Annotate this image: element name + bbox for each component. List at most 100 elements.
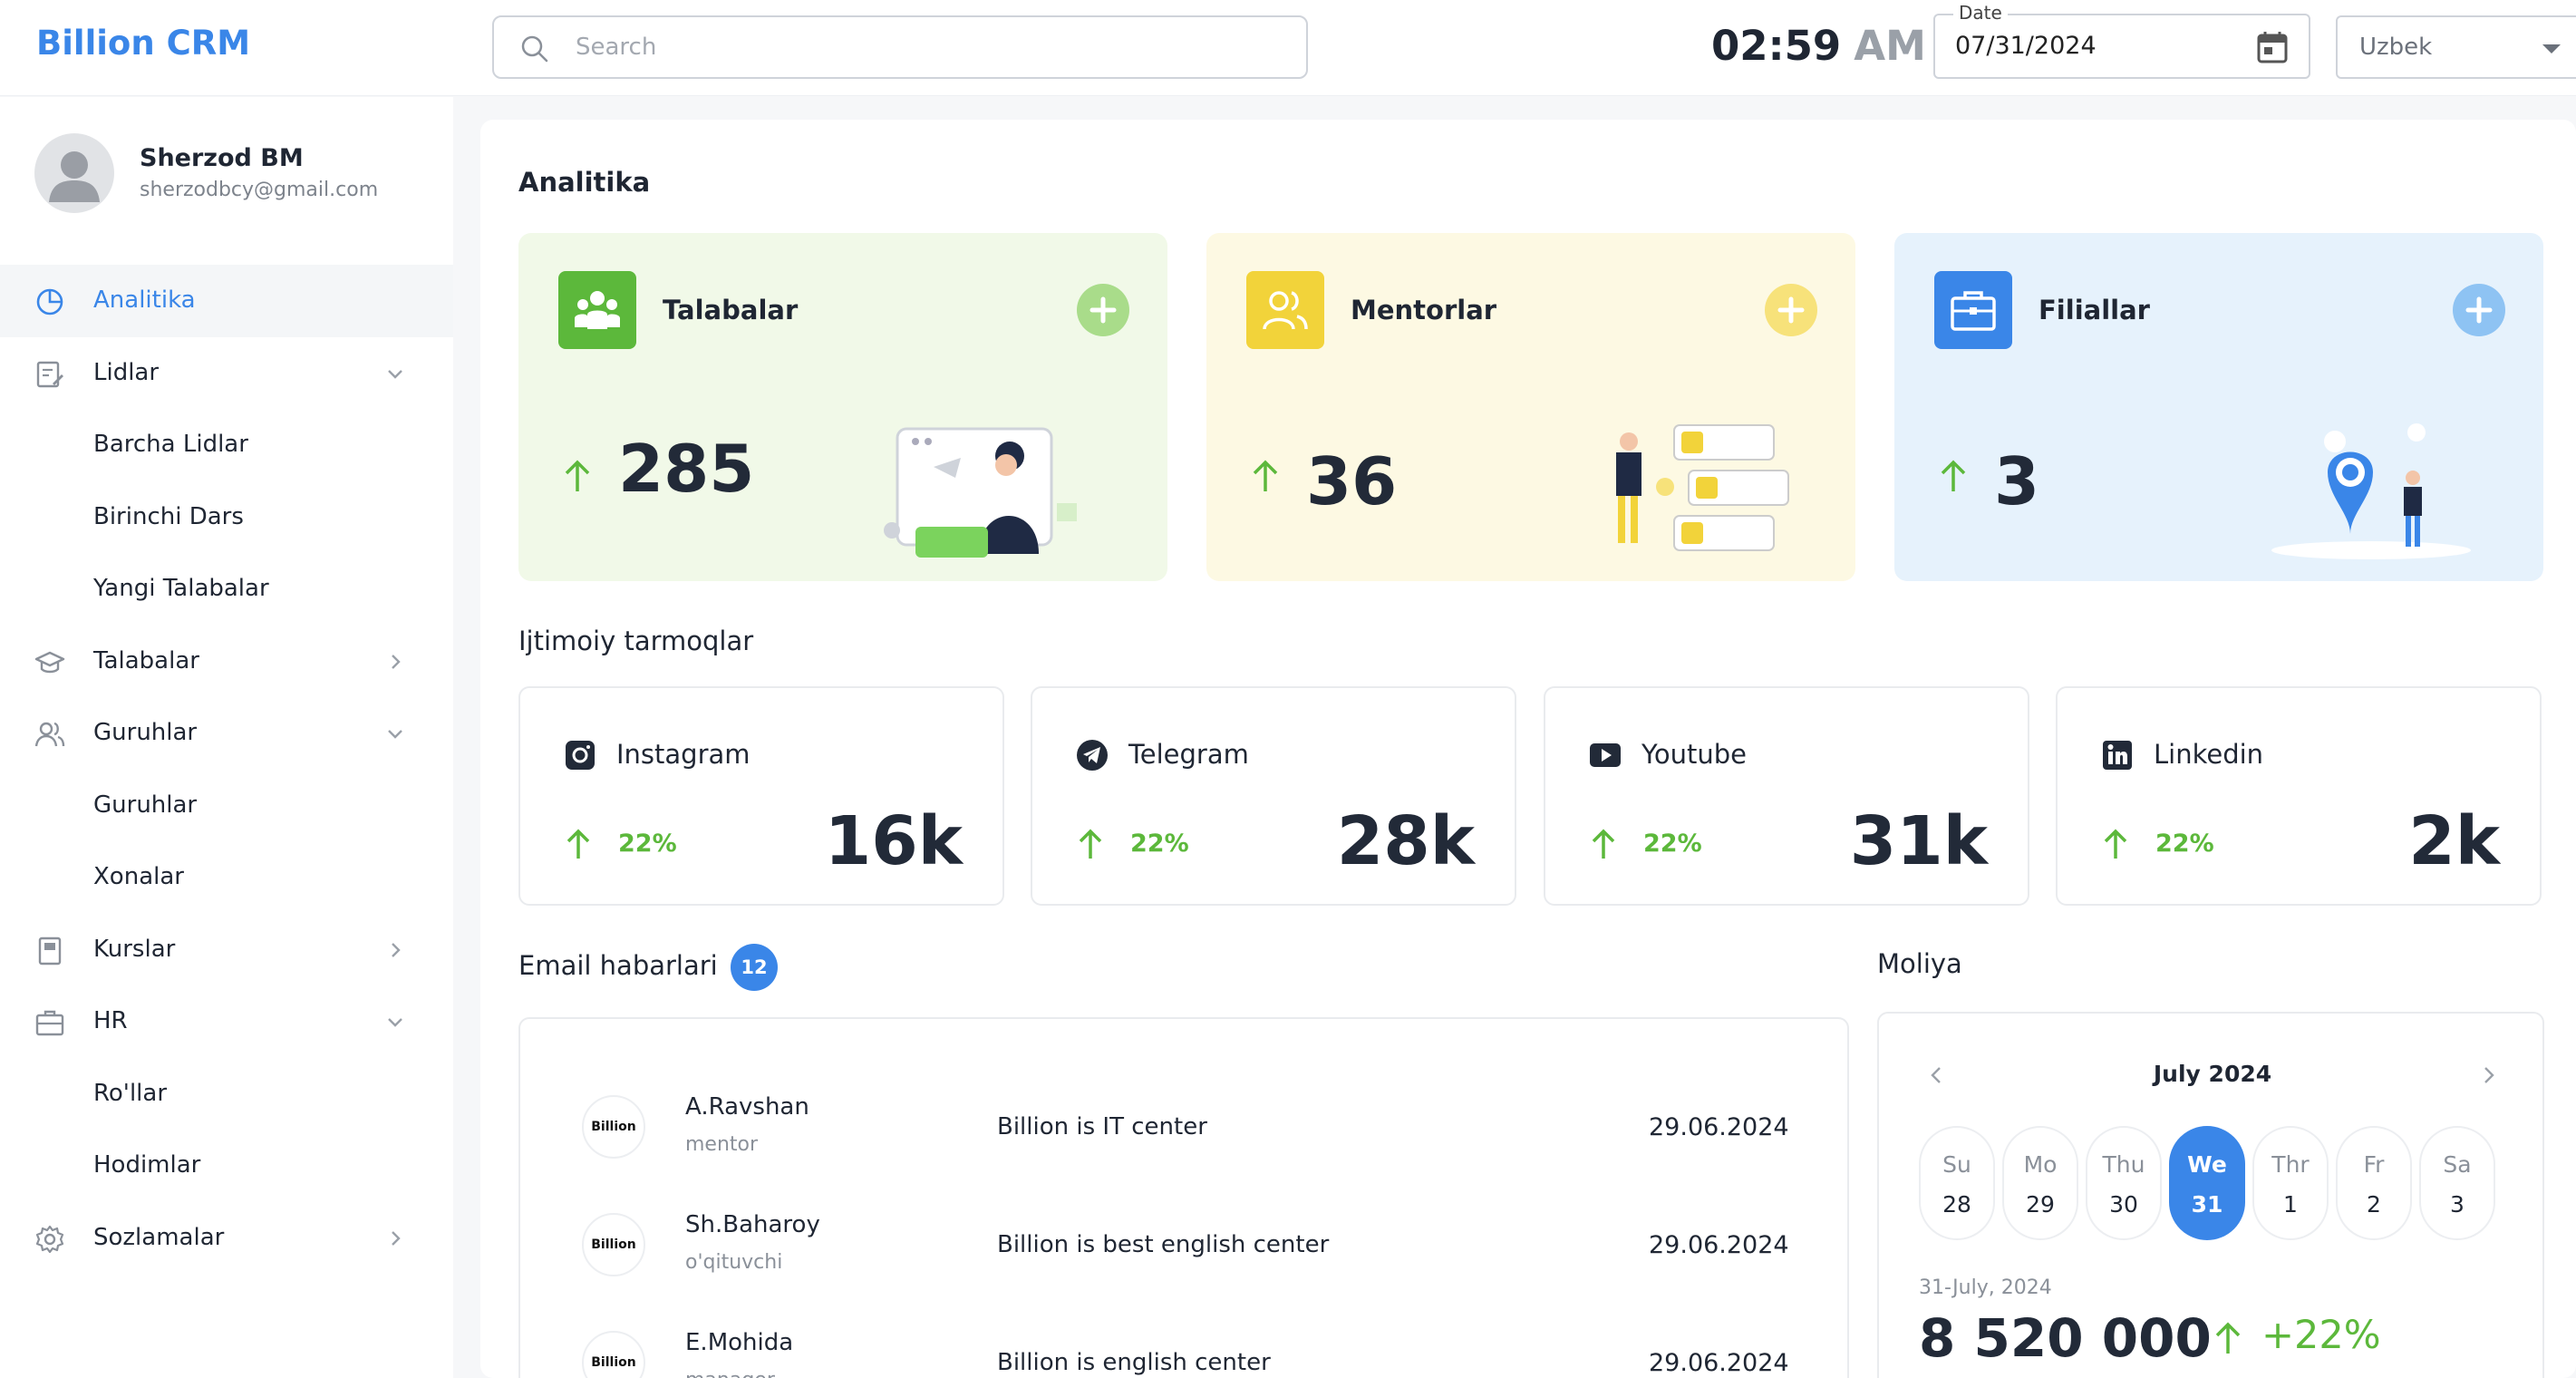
sidebar-item-label: Birinchi Dars <box>93 502 244 530</box>
social-growth: 22% <box>1130 830 1189 858</box>
student-laptop-illustration <box>879 422 1097 567</box>
day-number: 3 <box>2450 1191 2465 1218</box>
sidebar-nav: Analitika Lidlar Barcha Lidlar Birinchi … <box>0 265 453 1274</box>
sender-logo: Billion <box>582 1331 645 1378</box>
section-title-analitika: Analitika <box>518 167 651 198</box>
chevron-right-icon[interactable] <box>384 651 406 673</box>
sidebar-item-barcha-lidlar[interactable]: Barcha Lidlar <box>0 409 453 481</box>
email-subject: Billion is best english center <box>997 1231 1330 1258</box>
sender-role: mentor <box>685 1133 759 1156</box>
sidebar-item-hr[interactable]: HR <box>0 985 453 1058</box>
email-list: Billion A.Ravshan mentor Billion is IT c… <box>518 1017 1849 1378</box>
user-profile[interactable]: Sherzod BM sherzodbcy@gmail.com <box>34 133 433 215</box>
chevron-right-icon[interactable] <box>384 939 406 961</box>
email-row[interactable]: Billion E.Mohida manager Billion is engl… <box>520 1311 1851 1378</box>
search-input[interactable] <box>576 26 1264 68</box>
stat-card-filiallar[interactable]: Filiallar 3 <box>1894 233 2543 581</box>
date-label: Date <box>1953 2 2008 24</box>
chevron-down-icon[interactable] <box>384 723 406 744</box>
date-field[interactable]: Date 07/31/2024 <box>1933 2 2310 79</box>
calendar-icon[interactable] <box>2256 30 2289 64</box>
chevron-down-icon <box>2542 44 2561 53</box>
stat-value: 3 <box>1994 443 2040 519</box>
social-name: Telegram <box>1128 739 1249 770</box>
finance-change: +22% <box>2261 1313 2381 1358</box>
social-card-youtube[interactable]: Youtube 22% 31k <box>1544 686 2029 906</box>
sidebar: Sherzod BM sherzodbcy@gmail.com Analitik… <box>0 97 453 1378</box>
date-value[interactable]: 07/31/2024 <box>1955 32 2097 60</box>
calendar-day[interactable]: Thu 30 <box>2086 1126 2162 1240</box>
brand-logo[interactable]: Billion CRM <box>36 24 250 63</box>
calendar-day[interactable]: Thr 1 <box>2252 1126 2329 1240</box>
day-name: We <box>2187 1151 2227 1178</box>
calendar-day[interactable]: Su 28 <box>1919 1126 1995 1240</box>
finance-card: July 2024 Su 28 Mo 29 Thu 30 We 31 Thr 1 Fr 2 … <box>1877 1012 2544 1378</box>
chevron-right-icon[interactable] <box>2479 1064 2499 1086</box>
sender-role: manager <box>685 1369 775 1378</box>
calendar-day[interactable]: Sa 3 <box>2419 1126 2495 1240</box>
briefcase-icon <box>34 1007 65 1038</box>
day-number: 29 <box>2026 1191 2055 1218</box>
sidebar-item-kurslar[interactable]: Kurslar <box>0 914 453 986</box>
sidebar-item-analitika[interactable]: Analitika <box>0 265 453 337</box>
mentor-profiles-illustration <box>1565 414 1801 568</box>
calendar-day[interactable]: Mo 29 <box>2002 1126 2078 1240</box>
book-icon <box>34 936 65 966</box>
sidebar-item-yangi-talabalar[interactable]: Yangi Talabalar <box>0 553 453 626</box>
sender-name: A.Ravshan <box>685 1093 809 1121</box>
mentors-icon <box>1246 271 1324 349</box>
add-student-button[interactable] <box>1077 284 1129 336</box>
chevron-down-icon[interactable] <box>384 363 406 384</box>
sidebar-item-sozlamalar[interactable]: Sozlamalar <box>0 1202 453 1275</box>
arrow-up-icon <box>564 828 593 860</box>
search-box[interactable] <box>492 15 1308 79</box>
sidebar-item-guruhlar[interactable]: Guruhlar <box>0 697 453 770</box>
add-mentor-button[interactable] <box>1765 284 1817 336</box>
chevron-right-icon[interactable] <box>384 1228 406 1249</box>
sidebar-item-label: HR <box>93 1007 128 1034</box>
sidebar-item-label: Yangi Talabalar <box>93 575 269 602</box>
chevron-down-icon[interactable] <box>384 1011 406 1033</box>
location-pin-illustration <box>2253 414 2480 568</box>
day-name: Sa <box>2443 1151 2472 1178</box>
stat-card-talabalar[interactable]: Talabalar 285 <box>518 233 1167 581</box>
add-branch-button[interactable] <box>2453 284 2505 336</box>
arrow-up-icon <box>2101 828 2130 860</box>
sidebar-item-xonalar[interactable]: Xonalar <box>0 841 453 914</box>
sidebar-item-rollar[interactable]: Ro'llar <box>0 1058 453 1131</box>
email-row[interactable]: Billion A.Ravshan mentor Billion is IT c… <box>520 1075 1851 1193</box>
social-card-linkedin[interactable]: Linkedin 22% 2k <box>2056 686 2542 906</box>
social-value: 16k <box>824 802 963 880</box>
calendar-day[interactable]: Fr 2 <box>2336 1126 2412 1240</box>
sidebar-item-label: Talabalar <box>93 646 199 674</box>
sidebar-item-birinchi-dars[interactable]: Birinchi Dars <box>0 481 453 554</box>
social-growth: 22% <box>2155 830 2214 858</box>
calendar-day-selected[interactable]: We 31 <box>2169 1126 2245 1240</box>
clock: 02:59 AM <box>1711 22 1926 70</box>
sidebar-item-lidlar[interactable]: Lidlar <box>0 337 453 410</box>
sidebar-item-label: Lidlar <box>93 358 160 386</box>
top-bar: Billion CRM 02:59AM Date 07/31/2024 Uzbe… <box>0 0 2576 96</box>
stat-card-mentorlar[interactable]: Mentorlar 36 <box>1206 233 1855 581</box>
stat-title: Mentorlar <box>1351 295 1497 325</box>
linkedin-icon <box>2101 739 2134 771</box>
day-name: Su <box>1942 1151 1971 1178</box>
day-name: Mo <box>2023 1151 2058 1178</box>
day-name: Fr <box>2363 1151 2385 1178</box>
email-row[interactable]: Billion Sh.Baharoy o'qituvchi Billion is… <box>520 1193 1851 1311</box>
sidebar-item-talabalar[interactable]: Talabalar <box>0 626 453 698</box>
finance-date: 31-July, 2024 <box>1919 1276 2052 1299</box>
clock-time: 02:59 <box>1711 22 1842 70</box>
social-growth: 22% <box>1643 830 1702 858</box>
email-count-badge: 12 <box>731 944 778 991</box>
social-card-instagram[interactable]: Instagram 22% 16k <box>518 686 1004 906</box>
section-title-social: Ijtimoiy tarmoqlar <box>518 626 754 656</box>
social-card-telegram[interactable]: Telegram 22% 28k <box>1031 686 1516 906</box>
sidebar-item-hodimlar[interactable]: Hodimlar <box>0 1130 453 1202</box>
social-value: 31k <box>1849 802 1988 880</box>
gear-icon <box>34 1224 65 1255</box>
sidebar-item-guruhlar-sub[interactable]: Guruhlar <box>0 770 453 842</box>
search-icon <box>519 34 550 64</box>
day-number: 1 <box>2283 1191 2298 1218</box>
language-select[interactable]: Uzbek <box>2336 15 2576 79</box>
